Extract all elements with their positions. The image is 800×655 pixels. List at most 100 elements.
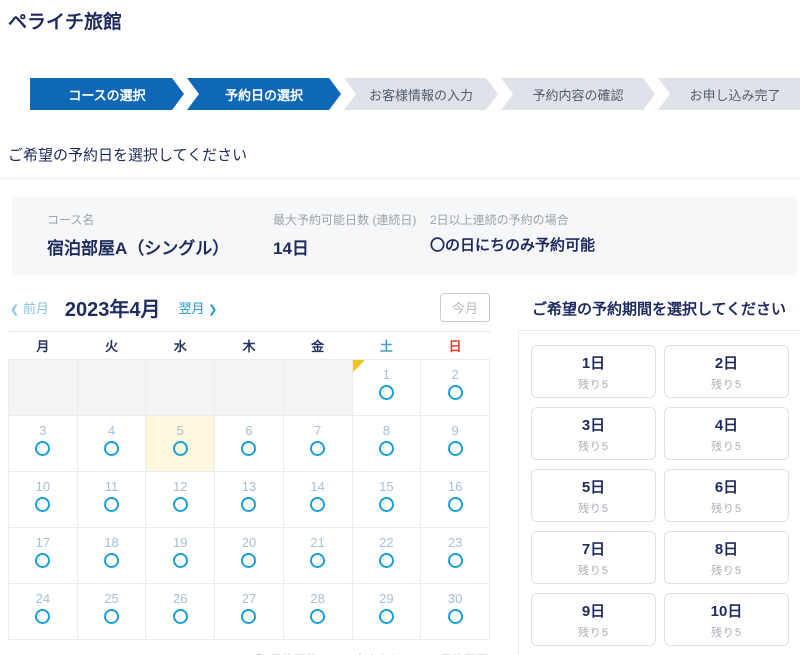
duration-panel-title: ご希望の予約期間を選択してください [518, 298, 800, 319]
duration-button-8日[interactable]: 8日残り5 [664, 531, 789, 584]
course-info-label: コース名 [47, 211, 273, 228]
legend-cross-icon: ✕ [338, 652, 349, 655]
calendar-day-8[interactable]: 8 [352, 416, 421, 472]
prev-month-link[interactable]: ❮ 前月 [10, 298, 49, 317]
day-number: 5 [146, 423, 214, 438]
duration-remaining-label: 残り5 [578, 562, 609, 578]
duration-button-4日[interactable]: 4日残り5 [664, 407, 789, 460]
day-number: 15 [353, 479, 421, 494]
calendar-day-16[interactable]: 16 [421, 472, 490, 528]
calendar-empty-cell [9, 360, 78, 416]
calendar-day-15[interactable]: 15 [352, 472, 421, 528]
available-circle-icon [173, 441, 188, 456]
next-month-link[interactable]: 翌月 ❯ [178, 298, 217, 317]
course-info-field: 2日以上連続の予約の場合〇の日にちのみ予約可能 [430, 211, 797, 259]
calendar-day-18[interactable]: 18 [77, 528, 146, 584]
available-circle-icon [448, 609, 463, 624]
calendar-day-4[interactable]: 4 [77, 416, 146, 472]
calendar-day-13[interactable]: 13 [215, 472, 284, 528]
calendar-day-10[interactable]: 10 [9, 472, 78, 528]
available-circle-icon [241, 497, 256, 512]
calendar-day-12[interactable]: 12 [146, 472, 215, 528]
available-circle-icon [241, 553, 256, 568]
available-circle-icon [35, 553, 50, 568]
stepper-step-1: コースの選択 [30, 78, 184, 110]
weekday-header-木: 木 [215, 332, 284, 360]
duration-panel: ご希望の予約期間を選択してください 1日残り52日残り53日残り54日残り55日… [518, 293, 800, 655]
weekday-header-月: 月 [9, 332, 78, 360]
day-number: 30 [421, 591, 489, 606]
duration-remaining-label: 残り5 [711, 562, 742, 578]
duration-button-label: 3日 [582, 414, 605, 435]
calendar-day-14[interactable]: 14 [283, 472, 352, 528]
calendar-day-5[interactable]: 5 [146, 416, 215, 472]
duration-button-label: 2日 [715, 352, 738, 373]
calendar-day-7[interactable]: 7 [283, 416, 352, 472]
duration-remaining-label: 残り5 [578, 438, 609, 454]
duration-button-2日[interactable]: 2日残り5 [664, 345, 789, 398]
day-number: 22 [353, 535, 421, 550]
course-info-value: 〇の日にちのみ予約可能 [430, 234, 797, 255]
duration-button-1日[interactable]: 1日残り5 [531, 345, 656, 398]
calendar-day-1[interactable]: 1 [352, 360, 421, 416]
duration-remaining-label: 残り5 [711, 438, 742, 454]
available-circle-icon [310, 441, 325, 456]
calendar-day-26[interactable]: 26 [146, 584, 215, 640]
legend-dash-icon: ー [422, 650, 435, 655]
today-marker-icon [353, 360, 365, 372]
calendar-day-11[interactable]: 11 [77, 472, 146, 528]
duration-button-label: 1日 [582, 352, 605, 373]
duration-button-6日[interactable]: 6日残り5 [664, 469, 789, 522]
chevron-left-icon: ❮ [10, 304, 19, 316]
calendar-day-23[interactable]: 23 [421, 528, 490, 584]
site-title: ペライチ旅館 [8, 12, 800, 34]
calendar-day-9[interactable]: 9 [421, 416, 490, 472]
duration-button-7日[interactable]: 7日残り5 [531, 531, 656, 584]
available-circle-icon [310, 553, 325, 568]
available-circle-icon [448, 385, 463, 400]
calendar-day-2[interactable]: 2 [421, 360, 490, 416]
available-circle-icon [379, 609, 394, 624]
day-number: 20 [215, 535, 283, 550]
calendar-day-21[interactable]: 21 [283, 528, 352, 584]
calendar-day-29[interactable]: 29 [352, 584, 421, 640]
calendar-day-20[interactable]: 20 [215, 528, 284, 584]
available-circle-icon [448, 441, 463, 456]
available-circle-icon [310, 497, 325, 512]
day-number: 24 [9, 591, 77, 606]
available-circle-icon [173, 553, 188, 568]
duration-button-10日[interactable]: 10日残り5 [664, 593, 789, 646]
legend-item: ー予約不可 [422, 650, 488, 655]
duration-button-label: 7日 [582, 538, 605, 559]
duration-button-5日[interactable]: 5日残り5 [531, 469, 656, 522]
calendar-day-19[interactable]: 19 [146, 528, 215, 584]
day-number: 4 [78, 423, 146, 438]
day-number: 28 [284, 591, 352, 606]
available-circle-icon [173, 609, 188, 624]
course-info-value: 宿泊部屋A（シングル） [47, 234, 273, 259]
duration-button-label: 10日 [711, 600, 743, 621]
duration-button-3日[interactable]: 3日残り5 [531, 407, 656, 460]
calendar-day-6[interactable]: 6 [215, 416, 284, 472]
available-circle-icon [35, 441, 50, 456]
stepper-step-4: 予約内容の確認 [501, 78, 655, 110]
calendar-empty-cell [77, 360, 146, 416]
stepper-step-2: 予約日の選択 [187, 78, 341, 110]
calendar-day-24[interactable]: 24 [9, 584, 78, 640]
calendar-day-25[interactable]: 25 [77, 584, 146, 640]
calendar-day-30[interactable]: 30 [421, 584, 490, 640]
day-number: 23 [421, 535, 489, 550]
calendar-day-22[interactable]: 22 [352, 528, 421, 584]
calendar-day-27[interactable]: 27 [215, 584, 284, 640]
calendar-month-title: 2023年4月 [65, 293, 161, 322]
calendar-day-3[interactable]: 3 [9, 416, 78, 472]
day-number: 17 [9, 535, 77, 550]
duration-button-9日[interactable]: 9日残り5 [531, 593, 656, 646]
calendar-day-17[interactable]: 17 [9, 528, 78, 584]
today-button[interactable]: 今月 [440, 293, 490, 322]
available-circle-icon [241, 609, 256, 624]
legend-item: 予約可能 [253, 651, 318, 655]
calendar-day-28[interactable]: 28 [283, 584, 352, 640]
day-number: 9 [421, 423, 489, 438]
weekday-header-土: 土 [352, 332, 421, 360]
